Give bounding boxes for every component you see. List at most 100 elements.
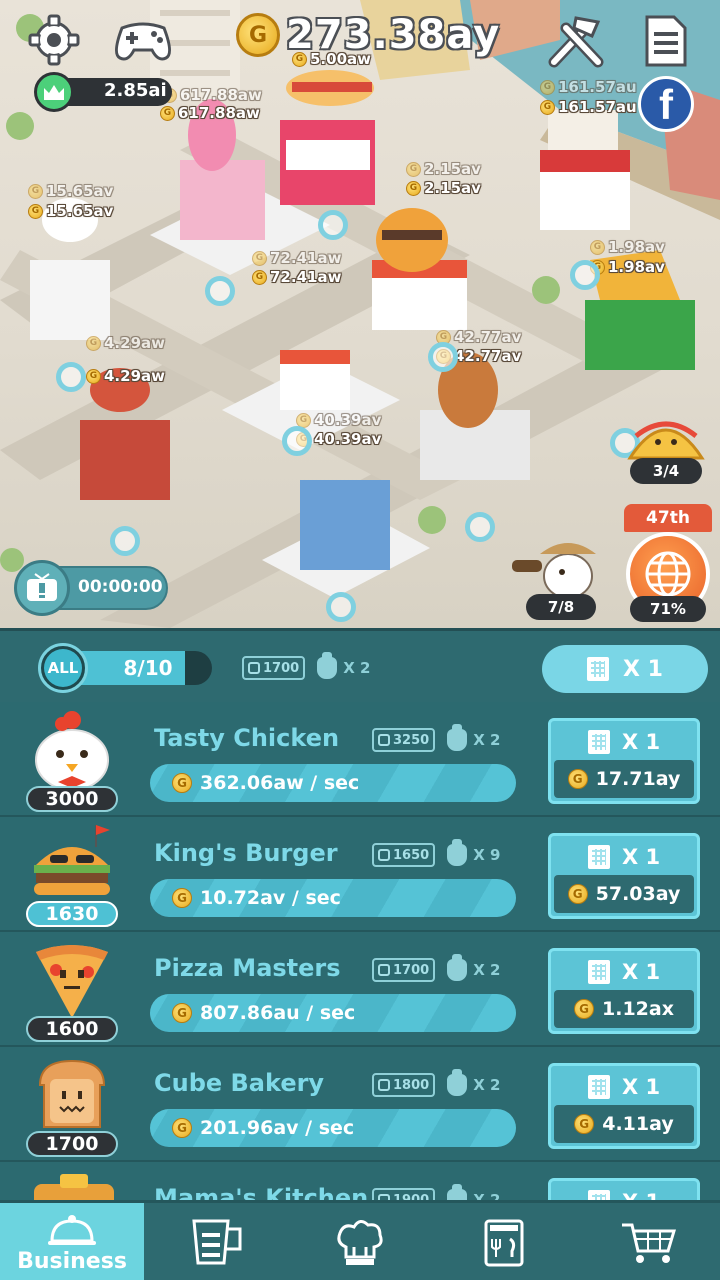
tv-icon [14,560,70,616]
business-list[interactable]: 3000 Tasty Chicken 3250 X 2 G 362.06aw / … [0,702,720,1200]
lock-requirement: 1650 [372,843,436,867]
business-name: Cube Bakery [154,1069,325,1097]
building-icon [587,1190,610,1200]
coin-icon: G [28,203,43,219]
world-rank-button[interactable]: 47th 71% [620,500,716,622]
lock-requirement: 3250 [372,728,436,752]
scene-income-label: G 4.29aw [86,367,165,385]
coin-icon: G [172,773,192,793]
total-money: G 273.38ay [236,12,500,58]
document-icon[interactable] [644,14,688,68]
hammer-pick-icon[interactable] [546,14,606,70]
coin-icon: G [567,769,588,789]
coin-icon: G [574,999,595,1019]
tab-business[interactable]: Business [0,1203,144,1280]
coin-icon: G [86,368,101,384]
income-rate-bar: G 10.72av / sec [150,879,516,917]
business-level: 1630 [26,901,118,927]
collect-ring[interactable] [465,512,495,542]
scene-income-label: G40.39av [296,411,381,429]
collect-ring[interactable] [570,260,600,290]
city-scene[interactable]: G5.00aw G617.88aw G617.88aw G161.57au G1… [0,0,720,628]
bottom-nav: Business [0,1200,720,1280]
chef-hat-icon [337,1220,383,1265]
tab-chef[interactable] [288,1203,432,1280]
scene-income-label: G1.98av [590,258,665,276]
business-level: 1600 [26,1016,118,1042]
business-info: 1700 X 2 [372,954,500,982]
building-icon [587,845,610,869]
buy-button[interactable]: X 1 G 17.71ay [548,718,700,804]
money-bag-multiplier: X 2 [317,652,370,679]
menu-book-icon [484,1219,524,1267]
business-name: Pizza Masters [154,954,341,982]
lock-requirement: 1700 [242,656,306,680]
gear-icon[interactable] [28,14,80,66]
scene-income-label: G 2.15av [406,179,481,197]
lock-icon [378,734,390,746]
chicken-avatar[interactable]: 3000 [26,710,122,814]
collect-ring[interactable] [110,526,140,556]
tab-menu[interactable] [432,1203,576,1280]
collect-ring[interactable] [282,426,312,456]
business-row: 1630 King's Burger 1650 X 9 G 10.72av / s… [0,817,720,932]
timer-value: 00:00:00 [78,577,163,597]
globe-percent: 71% [630,596,706,622]
business-name: Tasty Chicken [154,724,340,752]
business-name: Mama's Kitchen [154,1184,369,1200]
scene-income-label: G 4.29aw [86,334,165,352]
burger-avatar[interactable]: 1630 [26,825,122,929]
coin-icon: G [172,888,192,908]
coin-icon: G [540,99,555,115]
coin-icon: G [590,239,605,255]
lock-requirement: 1800 [372,1073,436,1097]
all-filter-button[interactable]: ALL [38,643,88,693]
bread-avatar[interactable]: 1700 [26,1055,122,1159]
business-row: 3000 Tasty Chicken 3250 X 2 G 362.06aw / … [0,702,720,817]
business-level: 3000 [26,786,118,812]
money-bag-icon [447,1184,468,1200]
scene-income-label: G 72.41aw [252,268,341,286]
collect-ring[interactable] [318,210,348,240]
facebook-icon[interactable]: f [638,76,694,132]
filter-bar: 8/10 ALL 1700 X 2 X 1 [0,628,720,702]
money-bag-icon [447,1069,468,1096]
kitchen-avatar[interactable] [26,1170,122,1200]
crown-income-rate[interactable]: 2.85ai [34,72,172,112]
collect-ring[interactable] [56,362,86,392]
money-bag-multiplier: X 2 [447,954,500,981]
gamepad-icon[interactable] [112,14,174,66]
lock-requirement: 1900 [372,1188,436,1200]
building-icon [587,1075,610,1099]
ad-tv-timer[interactable]: 00:00:00 [14,560,168,616]
explorer-button[interactable]: 7/8 [510,530,610,620]
taco-event-button[interactable]: 3/4 [624,412,708,484]
lock-icon [378,1079,390,1091]
all-progress-bar: 8/10 [78,651,212,685]
building-icon [587,657,610,681]
scene-income-label: G1.98av [590,238,665,256]
explorer-icon [512,543,596,599]
pizza-avatar[interactable]: 1600 [26,940,122,1044]
collect-ring[interactable] [326,592,356,622]
coin-icon: G [252,250,267,266]
coin-icon: G [172,1118,192,1138]
business-level: 1700 [26,1131,118,1157]
money-bag-icon [447,724,468,751]
business-name: King's Burger [154,839,338,867]
buy-button[interactable]: X 1 G 4.11ay [548,1063,700,1149]
collect-ring[interactable] [428,342,458,372]
income-rate-bar: G 362.06aw / sec [150,764,516,802]
scene-income-label: G 15.65av [28,182,113,200]
buy-button[interactable]: X 1 [548,1178,700,1200]
scene-income-label: G 2.15av [406,160,481,178]
buy-button[interactable]: X 1 G 1.12ax [548,948,700,1034]
tab-shop[interactable] [576,1203,720,1280]
burger-icon [34,825,110,895]
buy-button[interactable]: X 1 G 57.03ay [548,833,700,919]
tab-blender[interactable] [144,1203,288,1280]
buy-multiplier-toggle[interactable]: X 1 [542,645,708,693]
crown-icon [34,72,74,112]
collect-ring[interactable] [205,276,235,306]
blender-icon [192,1219,242,1265]
